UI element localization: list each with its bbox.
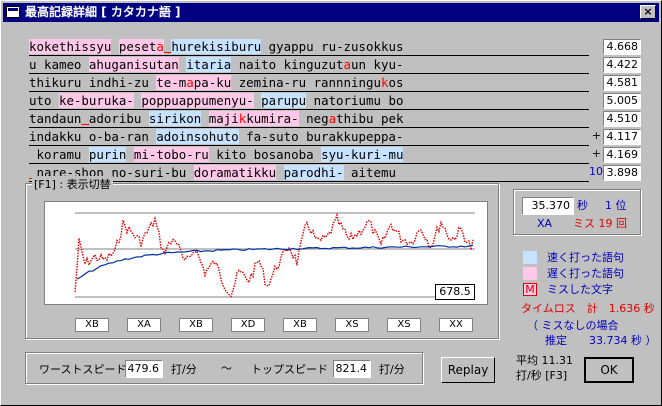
speed-graph-svg bbox=[74, 212, 475, 298]
replay-button[interactable]: Replay bbox=[441, 357, 495, 383]
rank-label-3: XB bbox=[179, 318, 213, 332]
rank-label-4: XD bbox=[231, 318, 265, 332]
time-field: 35.370 bbox=[522, 197, 574, 215]
rank-text: 1 位 bbox=[605, 199, 627, 212]
typed-line-8: nare-shon no-suri-bu doramatikku parodhi… bbox=[29, 164, 589, 182]
legend-slow: 遅く打った語句 bbox=[547, 267, 624, 280]
line-speed-1: 4.668 bbox=[603, 39, 641, 55]
slow-swatch bbox=[523, 267, 537, 280]
line-speed-3: 4.581 bbox=[603, 75, 641, 91]
line-speed-5: 4.510 bbox=[603, 111, 641, 127]
line-mark-7: + bbox=[591, 147, 601, 160]
display-toggle-label[interactable]: [F1] : 表示切替 bbox=[32, 176, 113, 192]
line-mark-8: 10 bbox=[589, 165, 603, 178]
average-line1: 平均 11.31 bbox=[516, 354, 573, 367]
worst-speed-field: 479.6 bbox=[125, 360, 163, 378]
fast-swatch bbox=[523, 251, 537, 264]
speed-graph bbox=[44, 201, 488, 305]
typed-line-6: indakku o-ba-ran adoinsohuto fa-suto bur… bbox=[29, 128, 589, 146]
speed-series bbox=[74, 212, 474, 298]
line-speed-4: 5.005 bbox=[603, 93, 641, 109]
average-series bbox=[76, 244, 474, 280]
timeloss-estimate: 推定 33.734 秒 ） bbox=[545, 334, 657, 347]
rank-label-7: XS bbox=[387, 318, 421, 332]
line-mark-6: + bbox=[591, 129, 601, 142]
typed-line-3: thikuru indhi-zu te-mapa-ku zemina-ru ra… bbox=[29, 74, 589, 92]
average-line2: 打/秒 [F3] bbox=[516, 369, 568, 382]
window-title: 最高記録詳細 [ カタカナ語 ] bbox=[25, 5, 181, 19]
ok-button[interactable]: OK bbox=[584, 357, 634, 383]
worst-speed-label: ワーストスピード bbox=[39, 363, 127, 376]
top-speed-field: 821.4 bbox=[333, 360, 371, 378]
line-speed-8: 3.898 bbox=[603, 165, 641, 181]
rank-label-2: XA bbox=[127, 318, 161, 332]
worst-speed-unit: 打/分 bbox=[171, 363, 197, 376]
title-bar: 最高記録詳細 [ カタカナ語 ] × bbox=[3, 3, 659, 22]
line-speed-6: 4.117 bbox=[603, 129, 641, 145]
typed-line-5: tandaun adoribu sirikon majikkumira- neg… bbox=[29, 110, 589, 128]
rank-label-8: XX bbox=[439, 318, 473, 332]
top-speed-label: トップスピード bbox=[251, 363, 328, 376]
window-icon bbox=[6, 6, 20, 18]
typed-line-2: u kameo ahuganisutan itaria naito kinguz… bbox=[29, 56, 589, 74]
line-speed-7: 4.169 bbox=[603, 147, 641, 163]
typed-line-1: kokethissyu peseta hurekisiburu gyappu r… bbox=[29, 38, 589, 56]
graph-speed-readout: 678.5 bbox=[435, 284, 475, 300]
miss-count: ミス 19 回 bbox=[573, 217, 627, 230]
timeloss-note: （ ミスなしの場合 bbox=[527, 319, 619, 332]
top-speed-unit: 打/分 bbox=[379, 363, 405, 376]
record-detail-window: 最高記録詳細 [ カタカナ語 ] × kokethissyu peseta hu… bbox=[0, 0, 662, 406]
legend-miss: ミスした文字 bbox=[547, 283, 613, 296]
typed-line-4: uto ke-buruka- poppuappumenyu- parupu na… bbox=[29, 92, 589, 110]
time-unit: 秒 bbox=[577, 199, 588, 212]
rank-label-1: XB bbox=[75, 318, 109, 332]
close-button[interactable]: × bbox=[640, 5, 656, 19]
timeloss-line: タイムロス 計 1.636 秒 bbox=[521, 302, 655, 315]
rank-label-5: XB bbox=[283, 318, 317, 332]
legend-fast: 速く打った語句 bbox=[547, 251, 624, 264]
miss-swatch: M bbox=[523, 283, 537, 296]
range-tilde: 〜 bbox=[221, 362, 232, 375]
rank-class: XA bbox=[537, 217, 553, 230]
line-speed-2: 4.422 bbox=[603, 57, 641, 73]
rank-label-6: XS bbox=[335, 318, 369, 332]
typed-line-7: koramu purin mi-tobo-ru kito bosanoba sy… bbox=[29, 146, 589, 164]
